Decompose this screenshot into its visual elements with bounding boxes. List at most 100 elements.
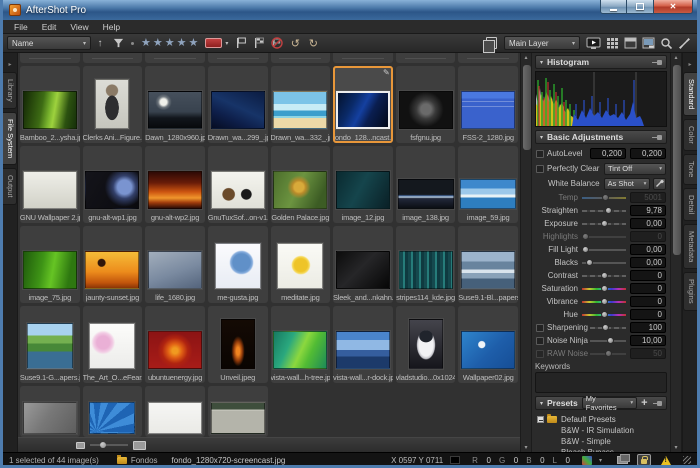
thumbnail-cell-partial[interactable] [333, 53, 393, 63]
blacks-slider[interactable] [582, 262, 626, 264]
white-balance-dropper-button[interactable] [653, 178, 666, 190]
flag-picked-button[interactable] [234, 36, 248, 51]
preset-folder-row[interactable]: Default Presets [537, 414, 667, 425]
slider-thumb[interactable] [582, 233, 589, 240]
close-button[interactable]: ✕ [653, 0, 693, 14]
layer-combo[interactable]: Main Layer ▾ [504, 36, 580, 50]
scroll-down-icon[interactable]: ▾ [521, 444, 531, 451]
raw-noise-slider[interactable] [590, 353, 626, 355]
autolevel-value-2[interactable]: 0,200 [630, 148, 666, 159]
noise-ninja-checkbox[interactable] [536, 337, 544, 345]
saturation-slider[interactable] [582, 288, 626, 290]
presets-collection-combo[interactable]: My Favorites ▾ [582, 397, 637, 409]
slideshow-button[interactable] [586, 36, 601, 51]
thumbnail-cell[interactable]: life_1680.jpg [145, 226, 205, 303]
temp-value[interactable]: 5001 [630, 192, 666, 203]
add-preset-button[interactable]: + [641, 398, 647, 408]
star-icon[interactable]: ★ [153, 38, 163, 49]
autolevel-checkbox[interactable] [536, 150, 544, 158]
tab-detail[interactable]: Detail [683, 188, 697, 221]
sharpening-slider[interactable] [590, 327, 626, 329]
thumbnail-size-slider[interactable] [90, 444, 128, 446]
zoom-button[interactable] [659, 36, 673, 51]
panel-scrollbar-thumb[interactable] [673, 65, 681, 255]
resize-grip[interactable] [683, 456, 691, 464]
autolevel-value-1[interactable]: 0,200 [590, 148, 626, 159]
thumbnail-cell[interactable]: FSS-2_1280.jpg [458, 66, 518, 143]
tab-file-system[interactable]: File System [3, 112, 17, 165]
basic-adjustments-header[interactable]: ▾ Basic Adjustments [535, 130, 667, 144]
slider-thumb[interactable] [607, 337, 614, 344]
scroll-down-icon[interactable]: ▾ [671, 444, 681, 451]
thumbnail-cell-partial[interactable] [20, 53, 80, 63]
thumbnail-cell[interactable]: Suse9.1-G...apers.jpg [20, 306, 80, 383]
slider-thumb[interactable] [586, 259, 593, 266]
slider-thumb[interactable] [605, 350, 612, 357]
flag-finished-button[interactable] [252, 36, 266, 51]
raw-noise-value[interactable]: 50 [630, 348, 666, 359]
slider-thumb[interactable] [582, 246, 589, 253]
thumbnail-cell[interactable]: Sleek_and...nkahn.jpg [333, 226, 393, 303]
star-icon[interactable]: ★ [189, 38, 199, 49]
scroll-up-icon[interactable]: ▴ [521, 54, 531, 61]
fill-light-slider[interactable] [582, 249, 626, 251]
thumbnail-cell-partial[interactable] [145, 53, 205, 63]
thumbnail-cell-partial[interactable] [458, 53, 518, 63]
chevron-down-icon[interactable]: ▾ [599, 457, 602, 464]
star-icon[interactable]: ★ [141, 38, 151, 49]
tab-plugins[interactable]: Plugins [683, 272, 697, 311]
contrast-value[interactable]: 0 [630, 270, 666, 281]
thumbnail-cell[interactable] [208, 386, 268, 437]
fullscreen-button[interactable] [677, 36, 691, 51]
star-icon[interactable]: ★ [165, 38, 175, 49]
thumbnail-cell[interactable]: vista-wall...h-tree.jpg [271, 306, 331, 383]
blacks-value[interactable]: 0,00 [630, 257, 666, 268]
collapse-left-panel-icon[interactable]: ▸ [3, 61, 17, 69]
dual-image-icon[interactable] [617, 456, 628, 464]
view-thumbnails-button[interactable] [605, 36, 619, 51]
saturation-value[interactable]: 0 [630, 283, 666, 294]
thumbnail-cell[interactable]: image_75.jpg [20, 226, 80, 303]
vibrance-value[interactable]: 0 [630, 296, 666, 307]
slider-thumb[interactable] [601, 311, 608, 318]
thumbnail-cell[interactable]: Drawn_wa...332_.jpg [271, 66, 331, 143]
vibrance-slider[interactable] [582, 301, 626, 303]
preset-item[interactable]: B&W - Simple [537, 436, 667, 447]
thumbnail-cell[interactable]: Bamboo_2...ysha.jpg [20, 66, 80, 143]
grid-scrollbar-thumb[interactable] [523, 65, 531, 150]
minimize-button[interactable] [600, 0, 627, 14]
thumbnail-cell[interactable]: ✎fondo_128...ncast.jpg [333, 66, 393, 143]
menu-item-edit[interactable]: Edit [35, 22, 64, 32]
slider-thumb[interactable] [602, 324, 609, 331]
sort-field-combo[interactable]: Name ▾ [7, 36, 91, 50]
grid-scrollbar[interactable]: ▴ ▾ [520, 53, 532, 452]
pin-icon[interactable] [652, 60, 662, 65]
thumbnail-cell-partial[interactable] [271, 53, 331, 63]
thumbnail-cell[interactable] [83, 386, 143, 437]
slider-thumb[interactable] [601, 272, 608, 279]
slider-thumb[interactable] [601, 298, 608, 305]
rotate-left-button[interactable]: ↺ [288, 36, 302, 51]
maximize-button[interactable] [627, 0, 653, 14]
view-split-button[interactable] [623, 36, 637, 51]
tab-tone[interactable]: Tone [683, 154, 697, 184]
warning-icon[interactable] [661, 456, 671, 465]
menu-item-view[interactable]: View [63, 22, 95, 32]
copy-settings-button[interactable] [484, 36, 498, 51]
slider-thumb[interactable] [602, 194, 609, 201]
thumbnail-cell[interactable]: Unveil.jpeg [208, 306, 268, 383]
color-label-button[interactable]: ▾ [205, 38, 228, 48]
tab-output[interactable]: Output [3, 168, 17, 205]
thumbnail-cell[interactable]: Wallpaper02.jpg [458, 306, 518, 383]
thumbnail-cell[interactable]: image_12.jpg [333, 146, 393, 223]
thumbnail-cell[interactable]: fsfgnu.jpg [396, 66, 456, 143]
thumbnail-cell[interactable]: ubuntuenergy.jpg [145, 306, 205, 383]
view-image-button[interactable] [641, 36, 655, 51]
fill-light-value[interactable]: 0,00 [630, 244, 666, 255]
exposure-value[interactable]: 0,00 [630, 218, 666, 229]
thumbnail-cell[interactable]: Dawn_1280x960.jpg [145, 66, 205, 143]
contrast-slider[interactable] [582, 275, 626, 277]
thumbnail-cell[interactable]: gnu-alt-wp1.jpg [83, 146, 143, 223]
collapse-right-panel-icon[interactable]: ▸ [683, 61, 697, 69]
hue-value[interactable]: 0 [630, 309, 666, 320]
